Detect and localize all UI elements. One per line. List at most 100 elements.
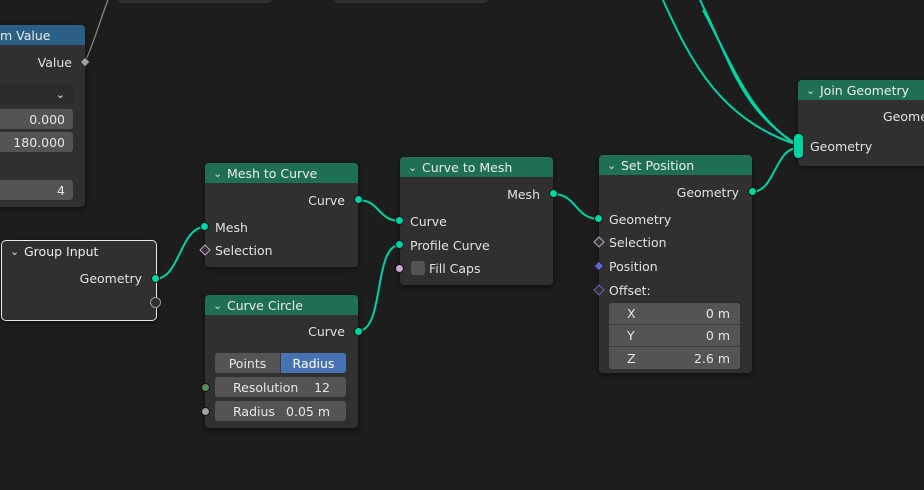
axis-label: Z (627, 350, 636, 366)
join-geometry-multi-input-socket[interactable] (793, 133, 804, 159)
resolution-field[interactable]: Resolution 12 (215, 377, 346, 397)
link-top-1 (662, 0, 799, 146)
set-position-geometry-output-socket[interactable] (748, 187, 757, 196)
chevron-down-icon[interactable]: ⌄ (213, 167, 227, 180)
chevron-down-icon[interactable]: ⌄ (408, 161, 422, 174)
resolution-label: Resolution (233, 379, 299, 395)
data-type-dropdown[interactable]: ⌄ (0, 84, 73, 104)
output-geometry-row: Geome (798, 106, 924, 126)
input-label: Curve (410, 213, 447, 229)
node-title: Group Input (24, 243, 99, 259)
chevron-down-icon: ⌄ (55, 87, 65, 101)
output-label: Geometry (79, 270, 142, 286)
random-value-node[interactable]: m Value Value ⌄ 0.000 180.000 4 (0, 25, 91, 207)
node-header[interactable]: ⌄ Curve to Mesh (400, 157, 553, 177)
node-header[interactable]: ⌄ Mesh to Curve (205, 163, 358, 183)
mode-points-button[interactable]: Points (215, 353, 281, 373)
curve-circle-radius-socket[interactable] (201, 407, 210, 416)
curve-to-mesh-curve-input-socket[interactable] (395, 216, 404, 225)
radius-field[interactable]: Radius 0.05 m (215, 401, 346, 421)
axis-value: 0 m (705, 306, 730, 321)
min-value: 0.000 (29, 111, 65, 127)
node-title: Curve to Mesh (422, 159, 513, 175)
join-geometry-node[interactable]: ⌄ Join Geometry Geome Geometry (798, 80, 924, 166)
curve-to-mesh-mesh-output-socket[interactable] (549, 189, 558, 198)
node-title: Join Geometry (820, 82, 910, 98)
chevron-down-icon[interactable]: ⌄ (607, 159, 621, 172)
max-value: 180.000 (13, 134, 65, 150)
curve-to-mesh-profile-socket[interactable] (395, 240, 404, 249)
input-geometry-row: Geometry (599, 209, 752, 229)
output-label: Mesh (507, 186, 540, 202)
set-position-geometry-input-socket[interactable] (594, 214, 603, 223)
link-groupinput-mesh (154, 226, 206, 280)
axis-value: 0 m (705, 328, 730, 343)
link-top-3 (702, 9, 799, 147)
offset-y-field[interactable]: Y 0 m (609, 325, 740, 347)
output-label: Value (37, 54, 72, 70)
axis-value: 2.6 m (693, 350, 730, 366)
set-position-node[interactable]: ⌄ Set Position Geometry Geometry Selecti… (599, 155, 752, 373)
min-field[interactable]: 0.000 (0, 109, 73, 129)
fill-caps-label: Fill Caps (429, 260, 481, 276)
offset-vector-field[interactable]: X 0 m Y 0 m Z 2.6 m (609, 303, 740, 369)
max-field[interactable]: 180.000 (0, 132, 73, 152)
resolution-value: 12 (314, 379, 330, 395)
fill-caps-row: Fill Caps (400, 258, 553, 278)
seed-field[interactable]: 4 (0, 180, 73, 200)
chevron-down-icon[interactable]: ⌄ (213, 299, 227, 312)
chevron-down-icon[interactable]: ⌄ (806, 84, 820, 97)
input-label: Selection (215, 242, 273, 258)
input-label: Profile Curve (410, 237, 490, 253)
radius-label: Radius (233, 403, 275, 419)
curve-circle-resolution-socket[interactable] (201, 383, 210, 392)
node-header[interactable]: m Value (0, 25, 85, 45)
link-top-2 (699, 0, 799, 146)
curve-to-mesh-fill-caps-socket[interactable] (395, 264, 404, 273)
output-geometry-row: Geometry (2, 268, 156, 288)
output-label: Geometry (676, 184, 739, 200)
node-header[interactable]: ⌄ Group Input (2, 241, 156, 261)
node-title: Curve Circle (227, 297, 303, 313)
mode-radius-button[interactable]: Radius (281, 353, 346, 373)
mesh-to-curve-curve-output-socket[interactable] (354, 195, 363, 204)
output-label: Curve (308, 192, 345, 208)
seed-value: 4 (57, 182, 65, 198)
input-curve-row: Curve (400, 211, 553, 231)
link-curve-curve (357, 199, 401, 222)
output-curve-row: Curve (205, 321, 358, 341)
group-input-empty-socket[interactable] (150, 297, 161, 308)
node-header[interactable]: ⌄ Set Position (599, 155, 752, 175)
input-label: Selection (609, 234, 667, 250)
partial-node-top-left[interactable] (118, 0, 272, 3)
node-title: Mesh to Curve (227, 165, 318, 181)
offset-x-field[interactable]: X 0 m (609, 303, 740, 325)
offset-z-field[interactable]: Z 2.6 m (609, 347, 740, 369)
link-value (84, 0, 109, 63)
group-input-geometry-socket[interactable] (151, 274, 160, 283)
curve-to-mesh-node[interactable]: ⌄ Curve to Mesh Mesh Curve Profile Curve… (400, 157, 553, 285)
mode-toggle[interactable]: Points Radius (215, 353, 346, 373)
input-mesh-row: Mesh (205, 217, 358, 237)
input-offset-row: Offset: (599, 280, 752, 300)
group-input-node[interactable]: ⌄ Group Input Geometry (1, 240, 157, 321)
node-header[interactable]: ⌄ Join Geometry (798, 80, 924, 100)
node-editor-canvas[interactable]: m Value Value ⌄ 0.000 180.000 4 ⌄ Group … (0, 0, 924, 490)
mesh-to-curve-node[interactable]: ⌄ Mesh to Curve Curve Mesh Selection (205, 163, 358, 267)
output-label: Geome (883, 108, 924, 124)
output-mesh-row: Mesh (400, 184, 553, 204)
partial-node-top-middle[interactable] (334, 0, 488, 3)
output-geometry-row: Geometry (599, 182, 752, 202)
chevron-down-icon[interactable]: ⌄ (10, 245, 24, 258)
input-label: Mesh (215, 219, 248, 235)
curve-circle-curve-output-socket[interactable] (354, 327, 363, 336)
input-profile-curve-row: Profile Curve (400, 235, 553, 255)
mesh-to-curve-mesh-input-socket[interactable] (200, 222, 209, 231)
node-header[interactable]: ⌄ Curve Circle (205, 295, 358, 315)
link-mesh-geometry (552, 193, 600, 220)
axis-label: X (627, 306, 636, 321)
input-label: Position (609, 258, 658, 274)
input-geometry-row: Geometry (798, 136, 924, 156)
link-setpos-join (751, 147, 799, 193)
curve-circle-node[interactable]: ⌄ Curve Circle Curve Points Radius Resol… (205, 295, 358, 428)
